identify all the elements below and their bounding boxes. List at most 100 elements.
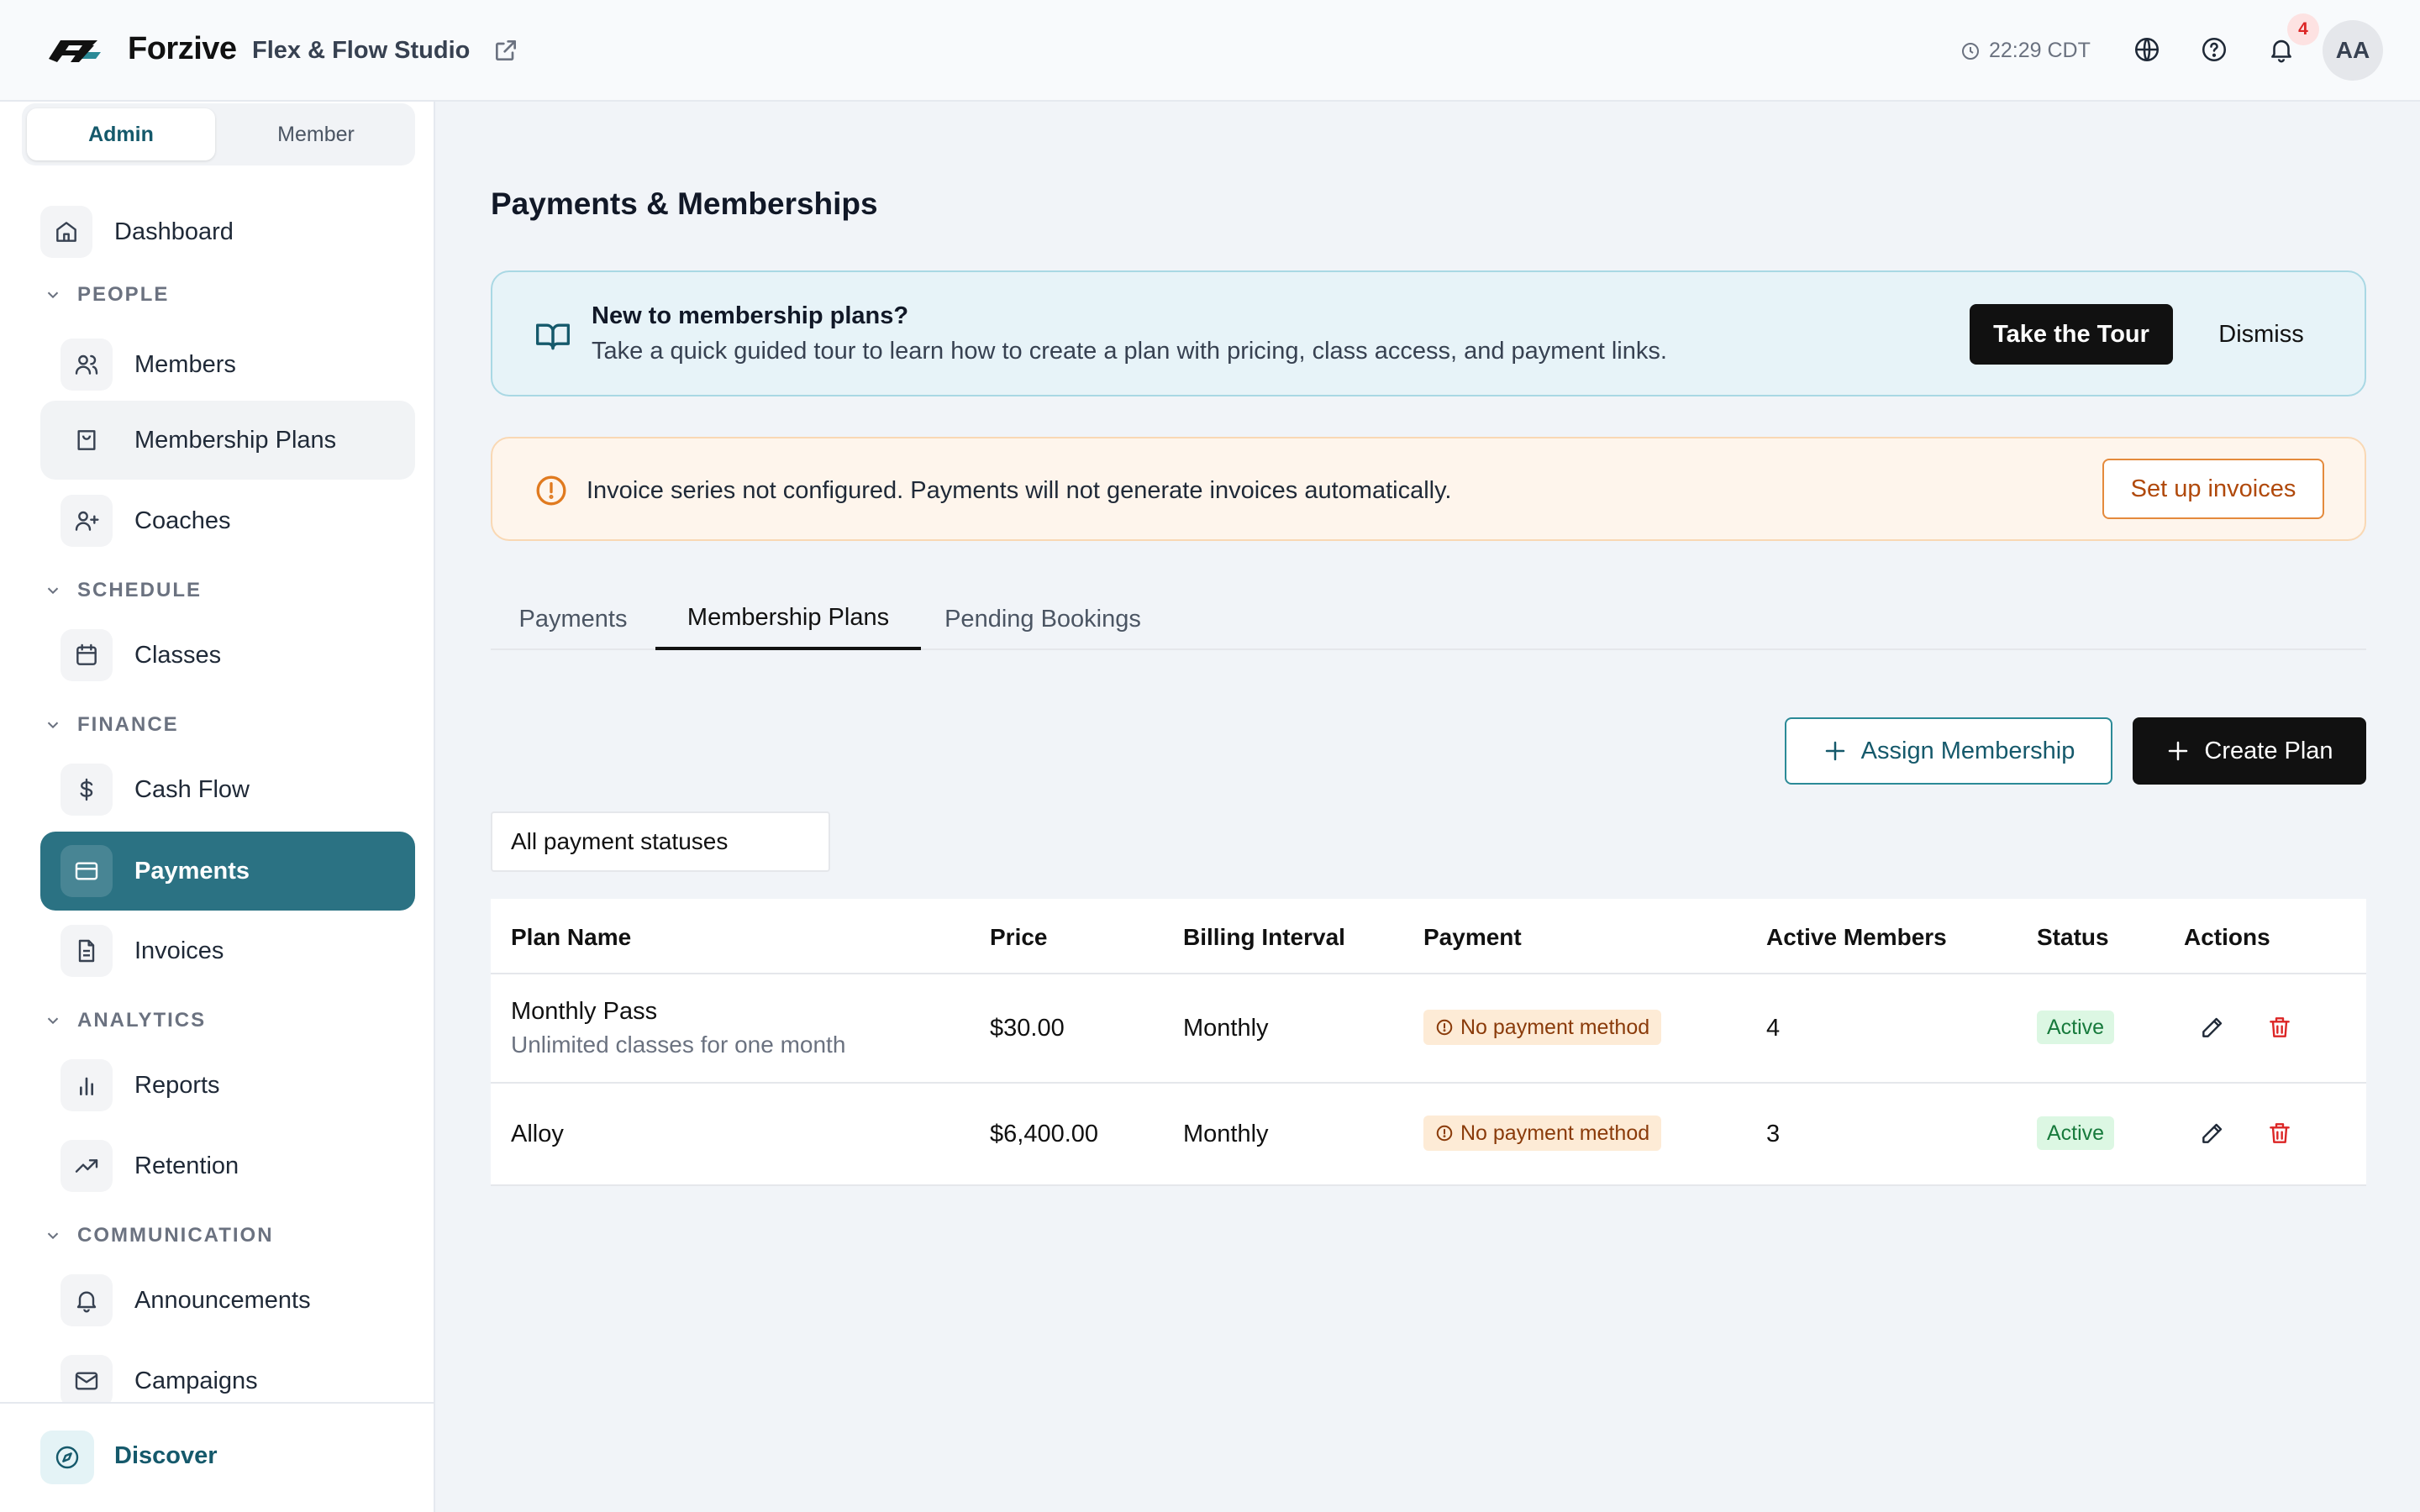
book-open-icon (536, 323, 570, 350)
sidebar-item-coaches[interactable]: Coaches (40, 481, 415, 560)
trending-up-icon (60, 1140, 113, 1192)
pencil-icon (2202, 1123, 2223, 1143)
invoice-warning-banner: Invoice series not configured. Payments … (491, 437, 2366, 541)
payment-status-badge: No payment method (1423, 1010, 1662, 1045)
section-finance[interactable]: FINANCE (44, 713, 179, 737)
sidebar-item-label: Coaches (134, 507, 231, 534)
column-header-billing-interval[interactable]: Billing Interval (1183, 924, 1345, 951)
role-member-button[interactable]: Member (222, 108, 410, 160)
assign-membership-label: Assign Membership (1860, 737, 2075, 764)
sidebar-item-label: Payments (134, 858, 250, 885)
sidebar-item-invoices[interactable]: Invoices (40, 911, 415, 990)
alert-circle-icon (1436, 1019, 1453, 1036)
tab-payments[interactable]: Payments (491, 588, 655, 650)
status-badge: Active (2037, 1011, 2115, 1044)
take-tour-button[interactable]: Take the Tour (1970, 304, 2173, 365)
users-icon (60, 339, 113, 391)
row-divider (491, 1082, 2366, 1084)
dismiss-button[interactable]: Dismiss (2198, 304, 2324, 365)
plan-price: $30.00 (990, 1015, 1065, 1042)
discover-link[interactable]: Discover (114, 1442, 218, 1470)
compass-icon[interactable] (40, 1431, 94, 1484)
sidebar-item-classes[interactable]: Classes (40, 616, 415, 695)
edit-plan-button[interactable] (2196, 1117, 2228, 1149)
assign-membership-button[interactable]: Assign Membership (1785, 717, 2112, 785)
section-people[interactable]: PEOPLE (44, 283, 169, 307)
sidebar-item-retention[interactable]: Retention (40, 1126, 415, 1205)
language-button[interactable] (2131, 34, 2163, 66)
forzive-logo-icon[interactable] (45, 34, 104, 67)
sidebar-item-payments[interactable]: Payments (40, 832, 415, 911)
brand-name[interactable]: Forzive (128, 31, 237, 67)
sidebar-item-membership-plans[interactable]: Membership Plans (40, 401, 415, 480)
section-label: SCHEDULE (77, 579, 203, 601)
edit-plan-button[interactable] (2196, 1011, 2228, 1043)
help-button[interactable] (2198, 34, 2230, 66)
alert-circle-icon (1436, 1125, 1453, 1142)
sidebar-item-label: Membership Plans (134, 427, 337, 454)
sidebar: Admin Member Dashboard PEOPLE Members Me… (0, 102, 435, 1512)
user-plus-icon (60, 495, 113, 547)
sidebar-item-reports[interactable]: Reports (40, 1046, 415, 1125)
alert-circle-icon (536, 475, 566, 506)
sidebar-item-label: Invoices (134, 937, 224, 964)
plan-description: Unlimited classes for one month (511, 1032, 846, 1058)
column-header-status[interactable]: Status (2037, 924, 2109, 951)
sidebar-item-label: Cash Flow (134, 776, 250, 803)
clock: 22:29 CDT (1960, 39, 2091, 63)
section-label: FINANCE (77, 713, 179, 736)
sidebar-item-members[interactable]: Members (40, 325, 415, 404)
column-header-active-members[interactable]: Active Members (1766, 924, 1947, 951)
tab-membership-plans[interactable]: Membership Plans (655, 588, 921, 650)
column-header-actions: Actions (2184, 924, 2270, 950)
role-admin-button[interactable]: Admin (27, 108, 215, 160)
column-header-price[interactable]: Price (990, 924, 1048, 951)
plan-name: Alloy (511, 1121, 564, 1147)
active-members-count: 3 (1766, 1121, 1781, 1147)
studio-name: Flex & Flow Studio (252, 37, 471, 64)
tab-pending-bookings[interactable]: Pending Bookings (921, 588, 1165, 650)
dollar-icon (60, 764, 113, 816)
file-text-icon (60, 925, 113, 977)
sidebar-item-label: Campaigns (134, 1368, 258, 1394)
credit-card-icon (60, 845, 113, 897)
plus-icon (2169, 741, 2188, 761)
column-header-payment[interactable]: Payment (1423, 924, 1522, 951)
sidebar-item-label: Members (134, 351, 236, 378)
set-up-invoices-button[interactable]: Set up invoices (2102, 459, 2324, 519)
trash-icon (2270, 1123, 2290, 1143)
section-label: COMMUNICATION (77, 1224, 274, 1247)
create-plan-button[interactable]: Create Plan (2133, 717, 2366, 785)
tour-banner-title: New to membership plans? (592, 302, 909, 329)
section-communication[interactable]: COMMUNICATION (44, 1224, 274, 1247)
delete-plan-button[interactable] (2264, 1117, 2296, 1149)
sidebar-item-label: Retention (134, 1152, 239, 1179)
sidebar-item-label: Classes (134, 642, 222, 669)
delete-plan-button[interactable] (2264, 1011, 2296, 1043)
column-header-plan-name[interactable]: Plan Name (511, 924, 631, 951)
top-bar: Forzive Flex & Flow Studio 22:29 CDT 4 A… (0, 0, 2420, 102)
payment-status-label: No payment method (1460, 1121, 1650, 1145)
sidebar-item-cash-flow[interactable]: Cash Flow (40, 750, 415, 829)
sidebar-item-label: Announcements (134, 1287, 311, 1314)
plan-billing-interval: Monthly (1183, 1015, 1269, 1042)
section-label: PEOPLE (77, 283, 170, 306)
clock-icon (1962, 42, 1979, 60)
chevron-down-icon (47, 291, 59, 299)
external-link-icon[interactable] (492, 37, 519, 64)
sidebar-item-dashboard[interactable]: Dashboard (40, 192, 415, 271)
calendar-icon (60, 629, 113, 681)
clock-time: 22:29 CDT (1989, 39, 2091, 62)
help-icon (2202, 37, 2227, 62)
section-schedule[interactable]: SCHEDULE (44, 579, 202, 602)
sidebar-item-announcements[interactable]: Announcements (40, 1261, 415, 1340)
tab-bar: Payments Membership Plans Pending Bookin… (491, 588, 2366, 650)
plan-price: $6,400.00 (990, 1121, 1099, 1147)
invoice-warning-text: Invoice series not configured. Payments … (587, 477, 1452, 504)
user-avatar[interactable]: AA (2323, 20, 2383, 81)
payment-status-filter[interactable]: All payment statuses (491, 811, 830, 872)
home-icon (40, 206, 92, 258)
bar-chart-icon (60, 1059, 113, 1111)
chevron-down-icon (47, 1232, 59, 1240)
section-analytics[interactable]: ANALYTICS (44, 1009, 206, 1032)
